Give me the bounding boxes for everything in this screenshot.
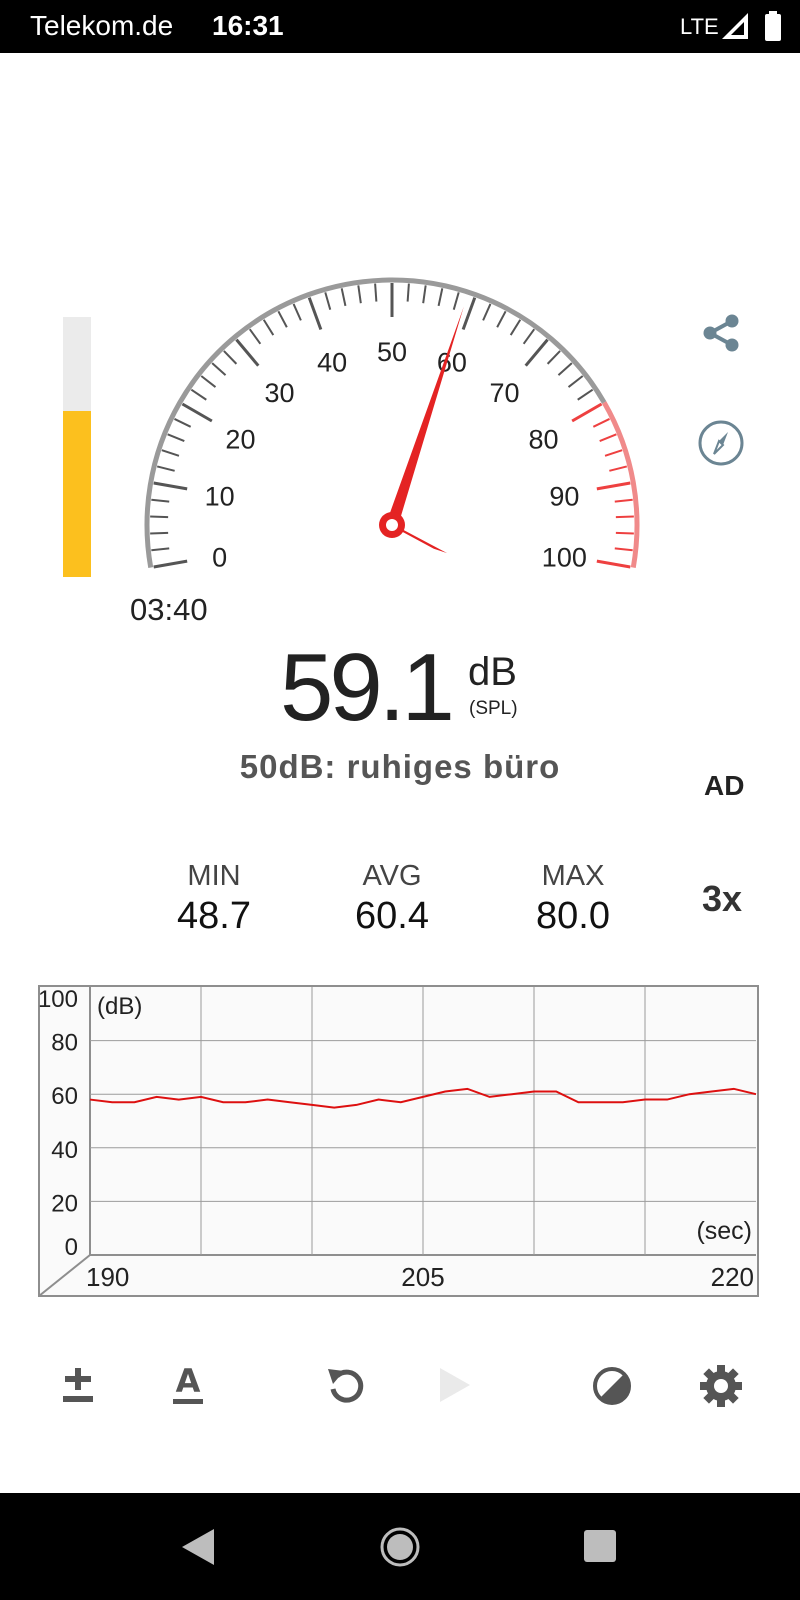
chart-x-axis-label: (sec) (696, 1217, 752, 1245)
chart-frame (38, 985, 759, 1297)
gear-icon[interactable] (698, 1363, 744, 1409)
chart-y-tick-label: 40 (51, 1137, 78, 1164)
history-chart: 100 80 60 40 20 0 190 205 220 (dB) (sec) (38, 985, 759, 1297)
navigation-bar (0, 1493, 800, 1600)
plus-minus-icon[interactable] (60, 1366, 96, 1406)
home-icon[interactable] (378, 1525, 422, 1569)
chart-y-tick-label: 100 (38, 986, 78, 1013)
chart-y-tick-label: 0 (65, 1234, 78, 1261)
chart-y-tick-label: 80 (51, 1030, 78, 1057)
a-weighting-icon[interactable]: A (170, 1364, 206, 1406)
chart-y-tick-label: 60 (51, 1083, 78, 1110)
chart-x-tick-label: 220 (711, 1262, 754, 1292)
svg-text:A: A (176, 1364, 201, 1400)
reset-icon[interactable] (325, 1365, 367, 1407)
recents-icon[interactable] (583, 1529, 617, 1563)
chart-y-axis-label: (dB) (97, 993, 142, 1020)
play-icon[interactable] (438, 1366, 472, 1404)
contrast-icon[interactable] (591, 1365, 633, 1407)
back-icon[interactable] (180, 1527, 216, 1567)
chart-x-tick-label: 190 (86, 1262, 129, 1292)
chart-x-tick-label: 205 (401, 1262, 444, 1292)
chart-y-tick-label: 20 (51, 1190, 78, 1217)
